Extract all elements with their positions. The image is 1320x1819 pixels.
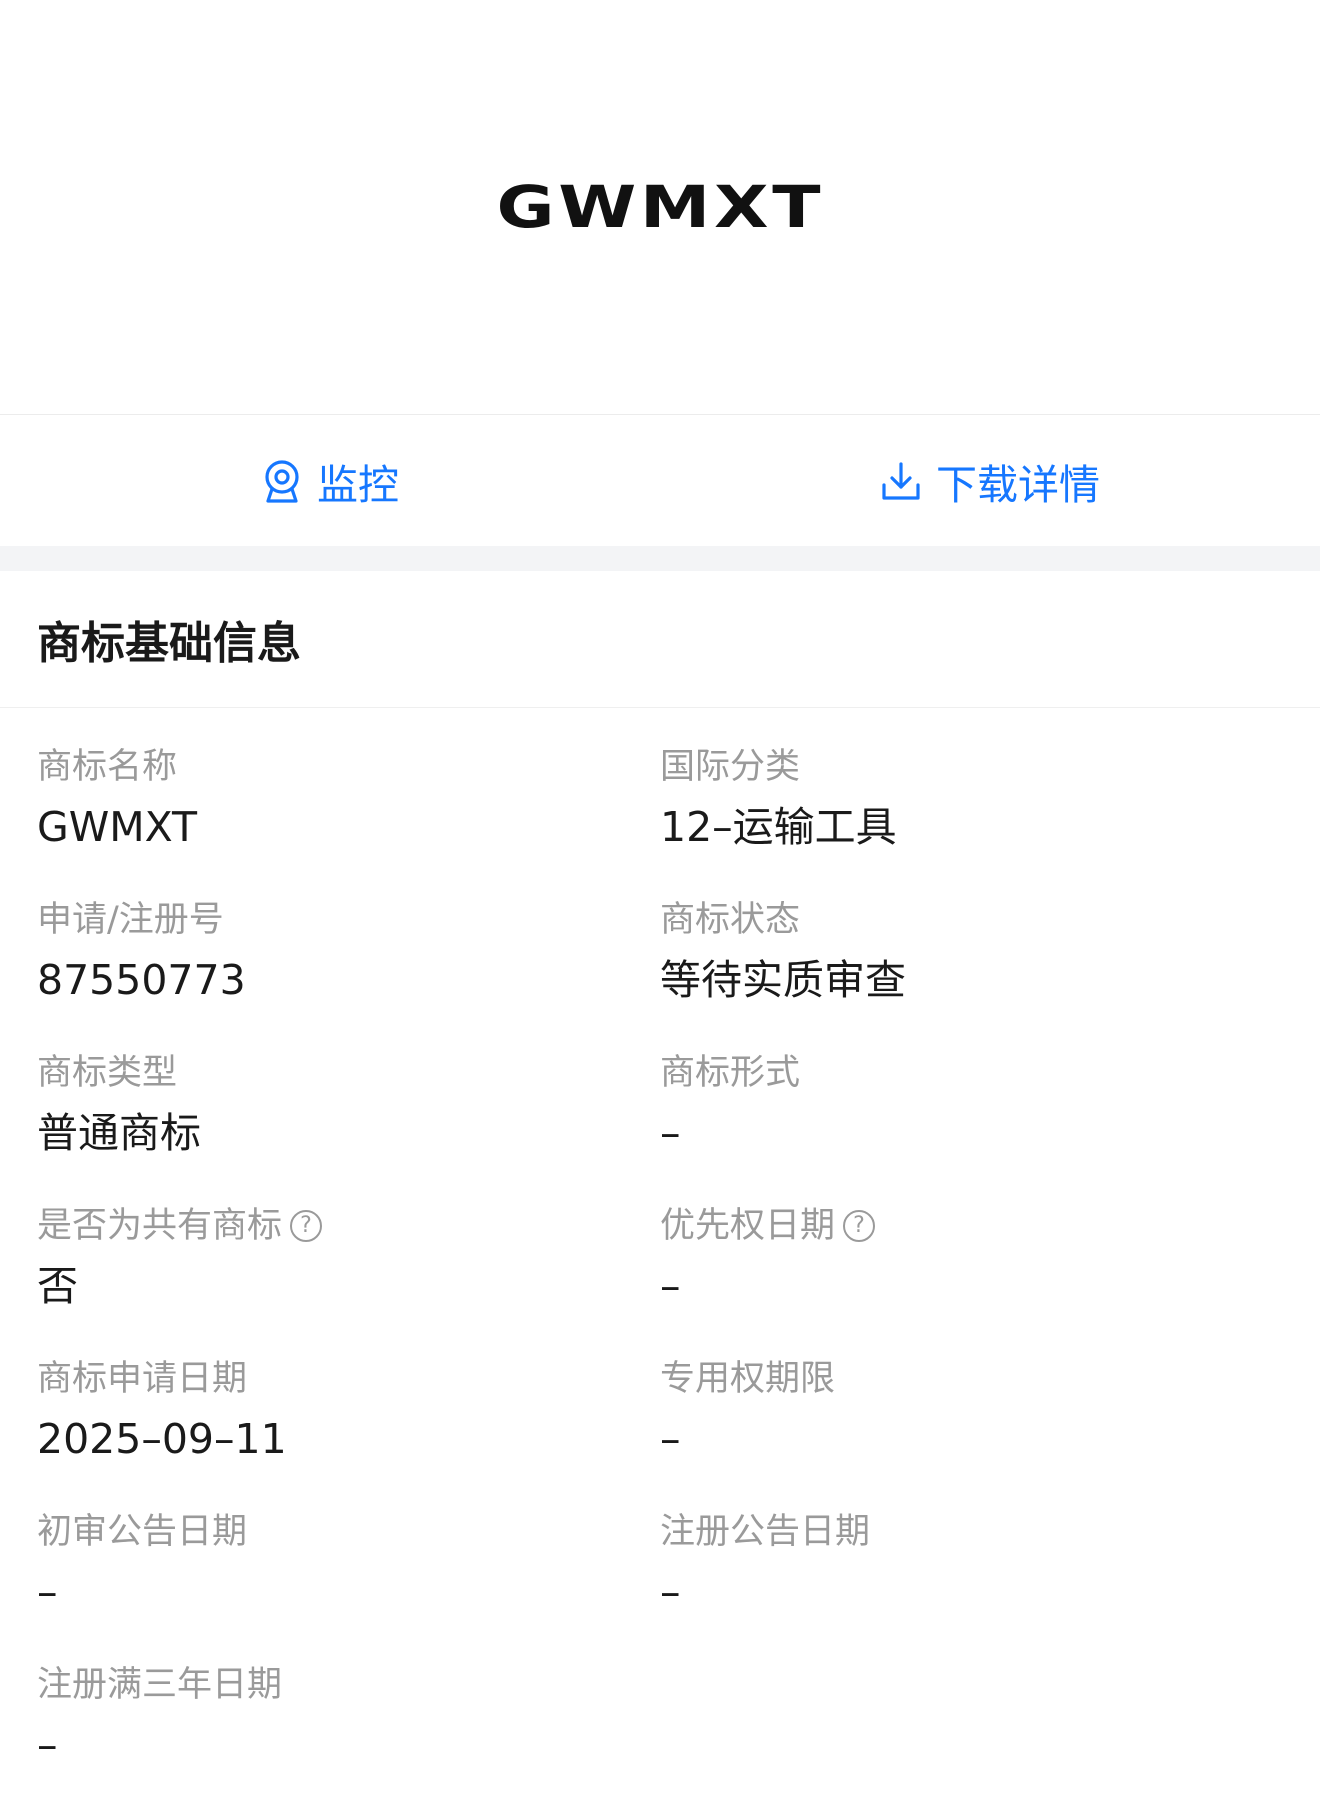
section-header: 商标基础信息 — [0, 571, 1320, 708]
field-label: 商标名称 — [37, 747, 178, 787]
field-application-date: 商标申请日期 2025–09–11 — [0, 1358, 623, 1511]
field-label: 注册满三年日期 — [37, 1665, 283, 1705]
field-value: – — [660, 1109, 681, 1157]
field-value: 87550773 — [37, 956, 246, 1004]
field-three-year-date: 注册满三年日期 – — [0, 1664, 623, 1817]
field-exclusive-period: 专用权期限 – — [623, 1358, 1320, 1511]
field-value: 12–运输工具 — [660, 803, 897, 851]
field-label: 初审公告日期 — [37, 1512, 248, 1552]
field-label-row: 是否为共有商标 ? — [37, 1205, 623, 1247]
field-value: 等待实质审查 — [660, 956, 906, 1004]
monitor-button[interactable]: 监控 — [0, 451, 660, 511]
action-bar: 监控 下载详情 — [0, 414, 1320, 546]
basic-info-fields: 商标名称 GWMXT 国际分类 12–运输工具 申请/注册号 87550773 … — [0, 708, 1320, 1817]
monitor-label: 监控 — [317, 460, 399, 509]
field-label: 优先权日期 — [660, 1206, 836, 1246]
field-label: 商标形式 — [660, 1053, 801, 1093]
field-label: 商标状态 — [660, 900, 801, 940]
field-registration-number: 申请/注册号 87550773 — [0, 899, 623, 1052]
field-priority-date: 优先权日期 ? – — [623, 1205, 1320, 1358]
field-preliminary-announcement-date: 初审公告日期 – — [0, 1511, 623, 1664]
trademark-detail-page: GWMXT 监控 下载详情 商标基础信息 商标名称 GWMXT 国际分类 12–… — [0, 0, 1320, 1819]
download-label: 下载详情 — [936, 460, 1100, 509]
field-value: 普通商标 — [37, 1109, 201, 1157]
field-value: – — [660, 1262, 681, 1310]
field-intl-class: 国际分类 12–运输工具 — [623, 746, 1320, 899]
field-value: – — [660, 1415, 681, 1463]
field-label: 商标申请日期 — [37, 1359, 248, 1399]
trademark-logo: GWMXT — [496, 173, 824, 241]
help-icon[interactable]: ? — [843, 1210, 876, 1242]
field-trademark-name: 商标名称 GWMXT — [0, 746, 623, 899]
field-label: 是否为共有商标 — [37, 1206, 283, 1246]
monitor-icon — [261, 458, 303, 504]
field-registration-announcement-date: 注册公告日期 – — [623, 1511, 1320, 1664]
field-value: – — [37, 1721, 58, 1769]
section-divider — [0, 546, 1320, 571]
field-label: 商标类型 — [37, 1053, 178, 1093]
field-trademark-status: 商标状态 等待实质审查 — [623, 899, 1320, 1052]
field-value: – — [37, 1568, 58, 1616]
field-trademark-type: 商标类型 普通商标 — [0, 1052, 623, 1205]
help-icon[interactable]: ? — [290, 1210, 323, 1242]
section-title: 商标基础信息 — [37, 618, 301, 669]
field-value: – — [660, 1568, 681, 1616]
field-label: 国际分类 — [660, 747, 801, 787]
field-value: 否 — [37, 1262, 78, 1310]
download-details-button[interactable]: 下载详情 — [660, 451, 1320, 511]
field-value: 2025–09–11 — [37, 1415, 287, 1463]
field-value: GWMXT — [37, 803, 198, 851]
field-label-row: 优先权日期 ? — [660, 1205, 1320, 1247]
trademark-image-area: GWMXT — [0, 0, 1320, 414]
download-icon — [880, 460, 922, 502]
field-label: 注册公告日期 — [660, 1512, 871, 1552]
field-trademark-form: 商标形式 – — [623, 1052, 1320, 1205]
field-shared-trademark: 是否为共有商标 ? 否 — [0, 1205, 623, 1358]
field-label: 申请/注册号 — [37, 900, 224, 940]
field-label: 专用权期限 — [660, 1359, 836, 1399]
